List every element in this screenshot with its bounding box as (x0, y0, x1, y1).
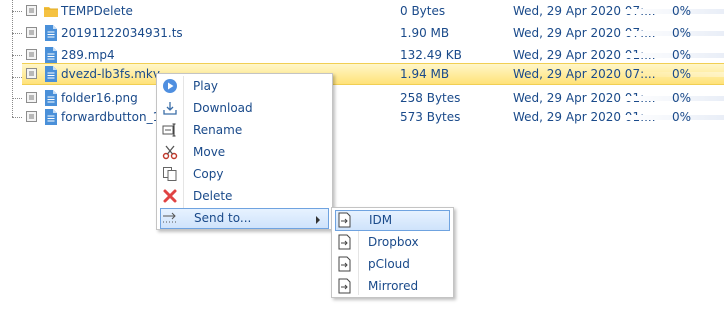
row-checkbox[interactable] (26, 111, 37, 122)
file-name[interactable]: folder16.png (61, 91, 138, 105)
download-icon (163, 102, 177, 115)
progress-percent: 0% (672, 110, 692, 124)
menu-item-label: Rename (193, 123, 243, 137)
delete-icon (163, 189, 177, 203)
menu-item-label: Copy (193, 167, 224, 181)
submenu-item-dropbox[interactable]: Dropbox (335, 232, 450, 253)
menu-item-download[interactable]: Download (160, 98, 329, 119)
submenu-arrow-icon (316, 216, 320, 224)
menu-item-move[interactable]: Move (160, 142, 329, 163)
file-row[interactable]: TEMPDelete 0 Bytes Wed, 29 Apr 2020 07:.… (0, 0, 724, 22)
progress-percent: 0% (672, 91, 692, 105)
progress-percent: 0% (672, 4, 692, 18)
file-icon (45, 47, 57, 63)
file-size: 1.90 MB (400, 26, 450, 40)
file-size: 132.49 KB (400, 48, 462, 62)
row-checkbox[interactable] (26, 27, 37, 38)
scissors-icon (162, 145, 178, 160)
file-name[interactable]: 289.mp4 (61, 48, 115, 62)
menu-item-label: Download (193, 101, 253, 115)
folder-icon (44, 7, 58, 17)
play-icon (163, 79, 177, 93)
file-row-selected[interactable]: dvezd-lb3fs.mkv 1.94 MB Wed, 29 Apr 2020… (22, 63, 724, 85)
menu-item-label: Mirrored (368, 279, 419, 293)
row-checkbox[interactable] (26, 5, 37, 16)
menu-item-rename[interactable]: Rename (160, 120, 329, 141)
send-to-submenu: IDM Dropbox pCloud Mirrored (331, 207, 454, 298)
file-row[interactable]: forwardbutton_1... 573 Bytes Wed, 29 Apr… (0, 106, 724, 128)
rename-icon (162, 123, 176, 137)
submenu-item-idm[interactable]: IDM (335, 210, 450, 231)
menu-item-delete[interactable]: Delete (160, 186, 329, 207)
progress-percent: 0% (672, 26, 692, 40)
file-size: 0 Bytes (400, 4, 446, 18)
file-size: 1.94 MB (400, 67, 450, 81)
menu-item-copy[interactable]: Copy (160, 164, 329, 185)
submenu-item-mirrored[interactable]: Mirrored (335, 276, 450, 297)
file-size: 573 Bytes (400, 110, 461, 124)
send-to-icon (163, 212, 176, 223)
file-row[interactable]: 20191122034931.ts 1.90 MB Wed, 29 Apr 20… (0, 22, 724, 44)
row-checkbox[interactable] (26, 49, 37, 60)
file-icon (45, 66, 57, 82)
file-name[interactable]: dvezd-lb3fs.mkv (61, 67, 160, 81)
row-checkbox[interactable] (26, 92, 37, 103)
menu-item-label: Delete (193, 189, 233, 203)
menu-item-label: pCloud (368, 257, 410, 271)
menu-item-play[interactable]: Play (160, 76, 329, 97)
progress-percent: 0% (672, 67, 692, 81)
file-name[interactable]: 20191122034931.ts (61, 26, 183, 40)
menu-item-label: Move (193, 145, 226, 159)
file-icon (45, 90, 57, 106)
tree-connector (12, 77, 22, 78)
context-menu: Play Download Rename Move Copy Delete Se… (156, 73, 333, 230)
send-icon (338, 256, 351, 272)
file-icon (45, 25, 57, 41)
menu-item-label: Dropbox (368, 235, 419, 249)
file-size: 258 Bytes (400, 91, 461, 105)
file-icon (45, 109, 57, 125)
send-icon (338, 212, 351, 228)
copy-icon (163, 167, 177, 181)
file-name[interactable]: TEMPDelete (61, 4, 133, 18)
row-checkbox[interactable] (26, 68, 37, 79)
send-icon (338, 278, 351, 294)
menu-item-label: IDM (369, 213, 393, 227)
menu-item-label: Play (193, 79, 219, 93)
menu-item-label: Send to... (194, 211, 252, 225)
menu-item-send-to[interactable]: Send to... (160, 208, 329, 229)
progress-percent: 0% (672, 48, 692, 62)
submenu-item-pcloud[interactable]: pCloud (335, 254, 450, 275)
send-icon (338, 234, 351, 250)
